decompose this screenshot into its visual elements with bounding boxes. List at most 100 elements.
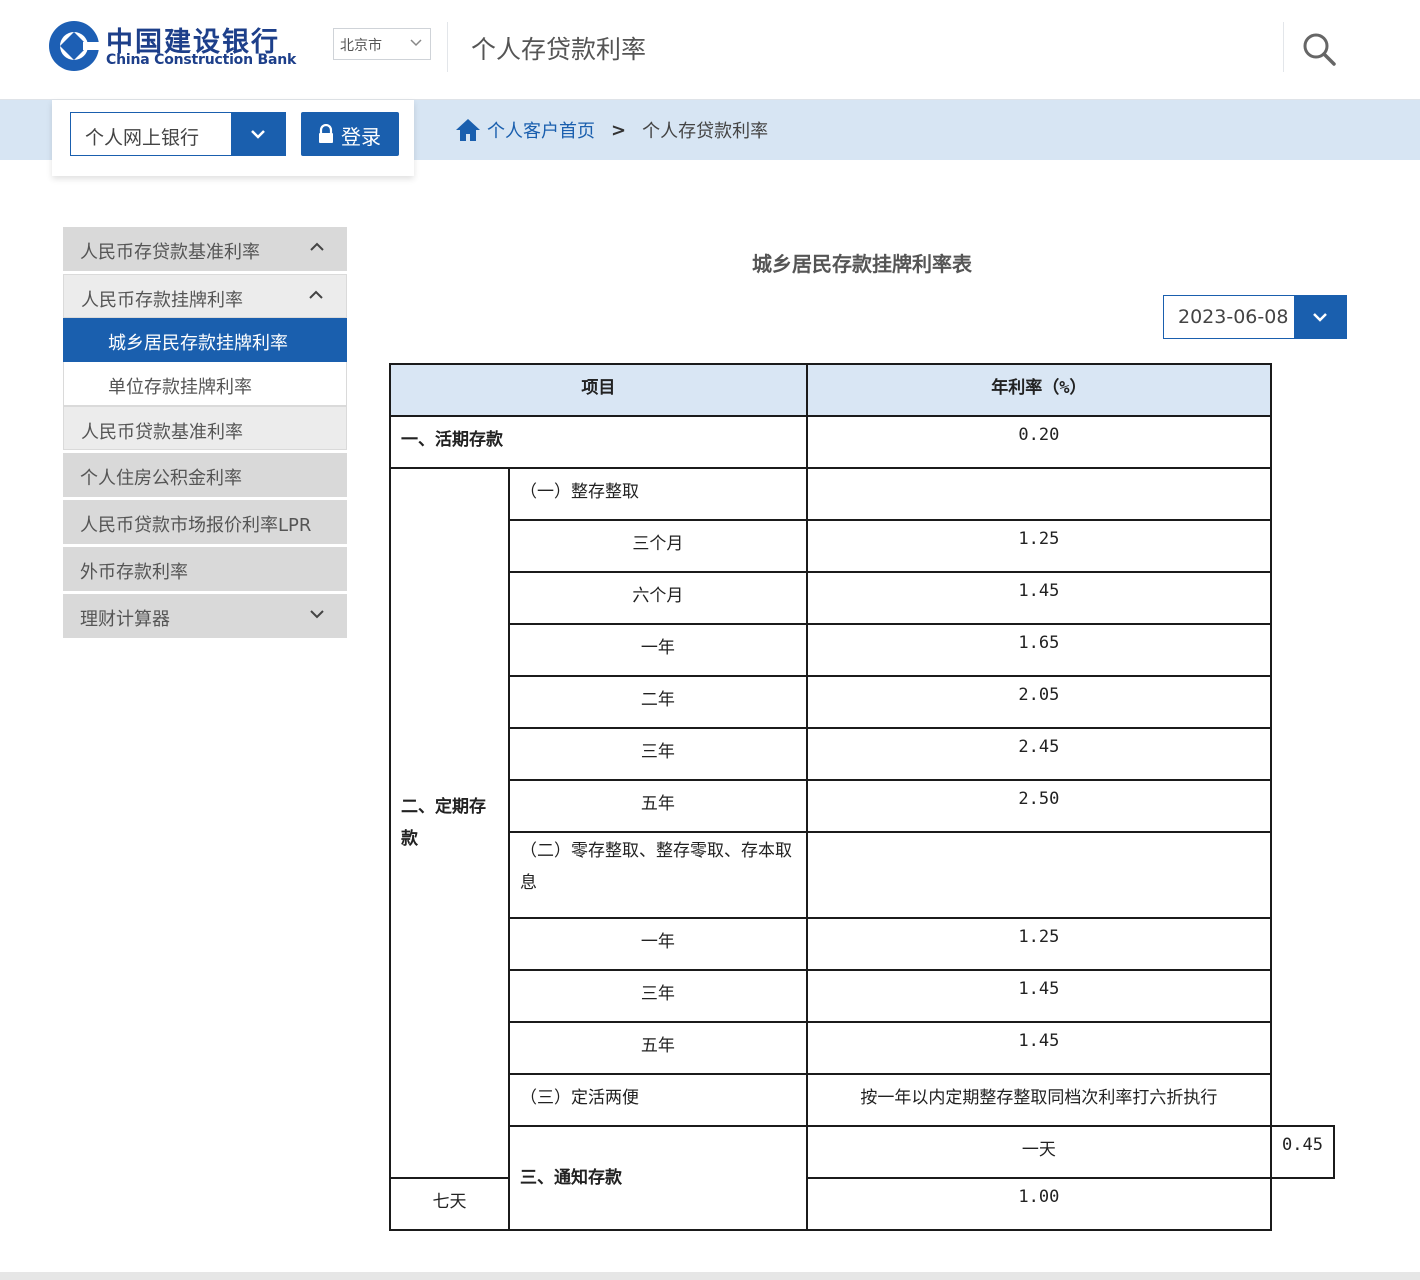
sidebar-subitem-resident-deposit-rates[interactable]: 城乡居民存款挂牌利率 bbox=[63, 318, 347, 362]
rate-cell: 0.45 bbox=[1270, 1125, 1335, 1179]
table-row: （二）零存整取、整存零取、存本取息 bbox=[390, 831, 1334, 919]
rate-cell: 2.45 bbox=[805, 727, 1273, 781]
sidebar-item-label: 城乡居民存款挂牌利率 bbox=[108, 333, 288, 354]
sidebar-item-rmb-loan-rates[interactable]: 人民币贷款基准利率 bbox=[63, 406, 347, 450]
rate-cell: 1.00 bbox=[805, 1177, 1273, 1231]
page-heading: 个人存贷款利率 bbox=[471, 35, 647, 64]
city-select-value: 北京市 bbox=[340, 38, 382, 54]
term-cell: 六个月 bbox=[508, 571, 808, 625]
sidebar: 人民币存贷款基准利率 人民币存款挂牌利率 城乡居民存款挂牌利率 单位存款挂牌利率… bbox=[63, 227, 347, 641]
rate-cell: 2.50 bbox=[805, 779, 1273, 833]
sidebar-item-housing-fund-rates[interactable]: 个人住房公积金利率 bbox=[63, 453, 347, 497]
table-row: 五年 2.50 bbox=[390, 779, 1334, 833]
sidebar-item-calculator[interactable]: 理财计算器 bbox=[63, 594, 347, 638]
table-row: 三年 2.45 bbox=[390, 727, 1334, 781]
sidebar-item-label: 理财计算器 bbox=[80, 609, 170, 630]
term-cell: 三年 bbox=[508, 727, 808, 781]
city-select[interactable]: 北京市 bbox=[333, 28, 431, 60]
rate-cell: 1.45 bbox=[805, 571, 1273, 625]
sidebar-subitem-corporate-deposit-rates[interactable]: 单位存款挂牌利率 bbox=[63, 362, 347, 406]
sidebar-item-lpr[interactable]: 人民币贷款市场报价利率LPR bbox=[63, 500, 347, 544]
logo-english-name: China Construction Bank bbox=[106, 52, 297, 68]
table-header-row: 项目 年利率（%） bbox=[389, 363, 1334, 417]
table-row: 一年 1.65 bbox=[390, 623, 1334, 677]
demand-deposit-rate: 0.20 bbox=[805, 415, 1273, 469]
online-bank-dropdown-button[interactable] bbox=[231, 113, 285, 155]
term-cell: 五年 bbox=[508, 779, 808, 833]
breadcrumb-home-link[interactable]: 个人客户首页 bbox=[487, 117, 595, 143]
chevron-down-icon bbox=[310, 610, 324, 619]
table-row: 六个月 1.45 bbox=[390, 571, 1334, 625]
footer-divider bbox=[0, 1272, 1420, 1280]
lump-sum-rate bbox=[805, 467, 1273, 521]
date-select[interactable]: 2023-06-08 bbox=[1163, 295, 1347, 339]
demand-deposit-label: 一、活期存款 bbox=[389, 415, 808, 469]
rate-cell: 1.25 bbox=[805, 917, 1273, 971]
sidebar-item-label: 人民币存款挂牌利率 bbox=[81, 290, 243, 311]
table-row: 五年 1.45 bbox=[390, 1021, 1334, 1075]
header-divider bbox=[447, 22, 448, 72]
sidebar-item-label: 单位存款挂牌利率 bbox=[108, 377, 252, 398]
online-bank-select[interactable]: 个人网上银行 bbox=[70, 112, 286, 156]
online-bank-select-value: 个人网上银行 bbox=[85, 127, 200, 149]
term-cell: 七天 bbox=[388, 1177, 511, 1231]
rate-cell: 1.45 bbox=[805, 1021, 1273, 1075]
notice-deposit-label: 三、通知存款 bbox=[508, 1125, 808, 1231]
home-icon[interactable] bbox=[455, 118, 481, 142]
term-cell: 三年 bbox=[508, 969, 808, 1023]
term-cell: 五年 bbox=[508, 1021, 808, 1075]
date-dropdown-button[interactable] bbox=[1294, 296, 1346, 338]
column-header-rate: 年利率（%） bbox=[805, 363, 1273, 417]
sidebar-item-label: 人民币存贷款基准利率 bbox=[80, 242, 260, 263]
lump-sum-label: （一）整存整取 bbox=[508, 467, 808, 521]
fixed-deposit-label: 二、定期存款 bbox=[388, 467, 511, 1179]
table-row: 三、通知存款 一天 0.45 bbox=[390, 1125, 1335, 1231]
breadcrumb-separator: > bbox=[611, 119, 627, 141]
term-cell: 一天 bbox=[805, 1125, 1273, 1179]
ccb-logo[interactable]: 中国建设银行 China Construction Bank bbox=[48, 20, 320, 72]
term-cell: 一年 bbox=[508, 623, 808, 677]
sidebar-item-label: 个人住房公积金利率 bbox=[80, 468, 242, 489]
chevron-up-icon bbox=[310, 242, 324, 251]
date-select-value: 2023-06-08 bbox=[1178, 306, 1289, 328]
table-row: 二、定期存款 （一）整存整取 bbox=[388, 467, 1334, 1179]
table-row: 三年 1.45 bbox=[390, 969, 1334, 1023]
chevron-up-icon bbox=[309, 290, 323, 299]
table-row: 二年 2.05 bbox=[390, 675, 1334, 729]
login-button[interactable]: 登录 bbox=[301, 112, 399, 156]
flexible-deposit-label: （三）定活两便 bbox=[508, 1073, 808, 1127]
table-row: 一年 1.25 bbox=[390, 917, 1334, 971]
rate-cell: 2.05 bbox=[805, 675, 1273, 729]
table-row: 一、活期存款 0.20 bbox=[389, 415, 1334, 469]
sidebar-item-label: 人民币贷款市场报价利率LPR bbox=[80, 515, 312, 536]
flexible-deposit-note: 按一年以内定期整存整取同档次利率打六折执行 bbox=[805, 1073, 1273, 1127]
search-icon[interactable] bbox=[1298, 28, 1340, 70]
sidebar-item-label: 外币存款利率 bbox=[80, 562, 188, 583]
term-cell: 三个月 bbox=[508, 519, 808, 573]
table-row: 三个月 1.25 bbox=[390, 519, 1334, 573]
login-panel: 个人网上银行 登录 bbox=[52, 100, 414, 176]
lock-icon bbox=[319, 124, 333, 143]
term-cell: 二年 bbox=[508, 675, 808, 729]
sidebar-item-label: 人民币贷款基准利率 bbox=[81, 422, 243, 443]
table-title: 城乡居民存款挂牌利率表 bbox=[752, 252, 972, 276]
deposit-rates-table: 项目 年利率（%） 一、活期存款 0.20 二、定期存款 （一）整存整取 三个月… bbox=[388, 363, 1335, 1231]
installment-rate bbox=[805, 831, 1273, 919]
header-divider bbox=[1283, 22, 1284, 72]
ccb-logo-icon bbox=[49, 21, 100, 71]
chevron-down-icon bbox=[410, 39, 422, 47]
rate-cell: 1.45 bbox=[805, 969, 1273, 1023]
site-header: 中国建设银行 China Construction Bank 北京市 个人存贷款… bbox=[0, 0, 1420, 100]
table-row: （三）定活两便 按一年以内定期整存整取同档次利率打六折执行 bbox=[390, 1073, 1334, 1127]
chevron-down-icon bbox=[1313, 313, 1327, 322]
sidebar-item-rmb-deposit-rates[interactable]: 人民币存款挂牌利率 bbox=[63, 274, 347, 318]
installment-label: （二）零存整取、整存零取、存本取息 bbox=[508, 831, 808, 919]
rate-cell: 1.65 bbox=[805, 623, 1273, 677]
sidebar-item-foreign-currency-rates[interactable]: 外币存款利率 bbox=[63, 547, 347, 591]
login-button-label: 登录 bbox=[341, 125, 381, 149]
term-cell: 一年 bbox=[508, 917, 808, 971]
column-header-item: 项目 bbox=[389, 363, 808, 417]
chevron-down-icon bbox=[251, 130, 265, 139]
sidebar-item-rmb-benchmark-rates[interactable]: 人民币存贷款基准利率 bbox=[63, 227, 347, 271]
breadcrumb: 个人客户首页 > 个人存贷款利率 bbox=[455, 116, 768, 144]
